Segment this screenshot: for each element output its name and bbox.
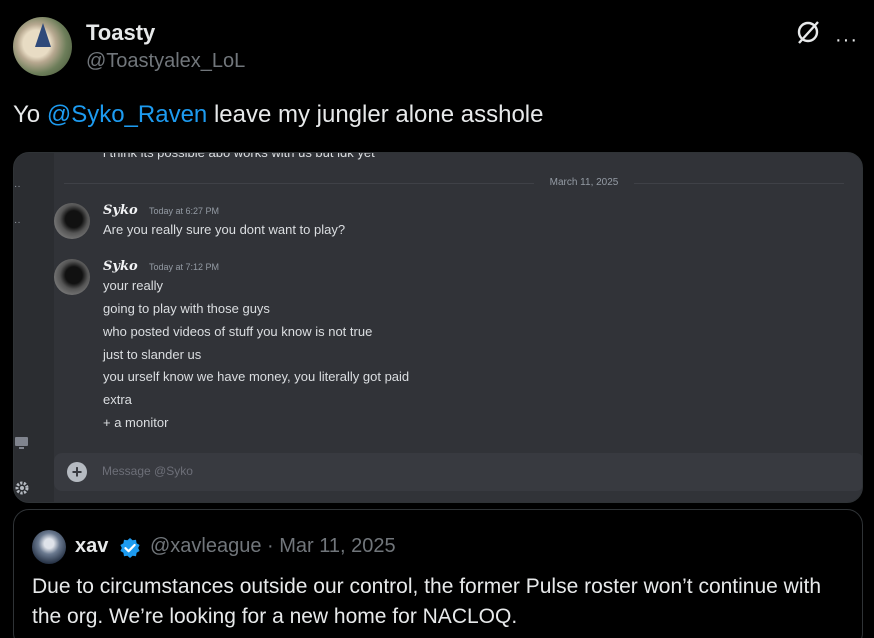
chat-message: Syko Today at 6:27 PM Are you really sur… — [54, 203, 854, 243]
quoted-tweet-card[interactable]: xav @xavleague · Mar 11, 2025 Due to cir… — [13, 509, 863, 638]
message-composer[interactable]: + Message @Syko — [54, 453, 862, 491]
author-avatar[interactable] — [13, 17, 72, 76]
quoted-tweet-meta[interactable]: @xavleague · Mar 11, 2025 — [150, 535, 396, 558]
tweet-text-suffix: leave my jungler alone asshole — [207, 101, 544, 128]
message-line: going to play with those guys — [103, 301, 270, 316]
verified-badge-icon — [120, 538, 140, 558]
discord-screenshot-media[interactable]: ·· ·· i think its possible abo works wit… — [13, 152, 863, 503]
author-handle[interactable]: @Toastyalex_LoL — [86, 50, 245, 73]
gear-icon — [15, 481, 29, 495]
avatar-arrow-mark — [35, 23, 51, 47]
message-timestamp: Today at 7:12 PM — [149, 262, 220, 272]
message-line: you urself know we have money, you liter… — [103, 369, 410, 384]
date-divider-label: March 11, 2025 — [534, 177, 634, 188]
rail-dot: ·· — [14, 181, 21, 192]
message-line: Are you really sure you dont want to pla… — [103, 222, 346, 237]
tweet-mention-link[interactable]: @Syko_Raven — [47, 101, 207, 128]
quoted-author-name[interactable]: xav — [75, 535, 108, 558]
screen-share-icon — [15, 437, 28, 449]
plus-icon[interactable]: + — [67, 462, 87, 482]
message-timestamp: Today at 6:27 PM — [149, 206, 220, 216]
grok-icon[interactable] — [795, 19, 821, 45]
message-author[interactable]: Syko — [103, 259, 138, 274]
message-line: extra — [103, 392, 132, 407]
discord-left-rail: ·· ·· — [14, 153, 54, 502]
message-avatar[interactable] — [54, 203, 90, 239]
message-line: who posted videos of stuff you know is n… — [103, 324, 373, 339]
quoted-author-avatar[interactable] — [32, 530, 66, 564]
quoted-tweet-text: Due to circumstances outside our control… — [32, 575, 822, 628]
message-line: + a monitor — [103, 415, 169, 430]
message-line: your really — [103, 278, 163, 293]
tweet-text: Yo @Syko_Raven leave my jungler alone as… — [13, 101, 543, 129]
message-line: just to slander us — [103, 347, 202, 362]
chat-message: Syko Today at 7:12 PM your really going … — [54, 259, 854, 439]
author-display-name[interactable]: Toasty — [86, 20, 155, 46]
date-divider-line — [64, 183, 844, 184]
message-author[interactable]: Syko — [103, 203, 138, 218]
message-avatar[interactable] — [54, 259, 90, 295]
composer-placeholder[interactable]: Message @Syko — [102, 464, 193, 478]
more-icon[interactable]: ··· — [835, 29, 858, 52]
tweet-header: Toasty @Toastyalex_LoL ··· — [13, 17, 863, 77]
rail-dot: ·· — [14, 217, 21, 228]
cropped-message-text: i think its possible abo works with us b… — [103, 152, 375, 160]
tweet-text-prefix: Yo — [13, 101, 47, 128]
